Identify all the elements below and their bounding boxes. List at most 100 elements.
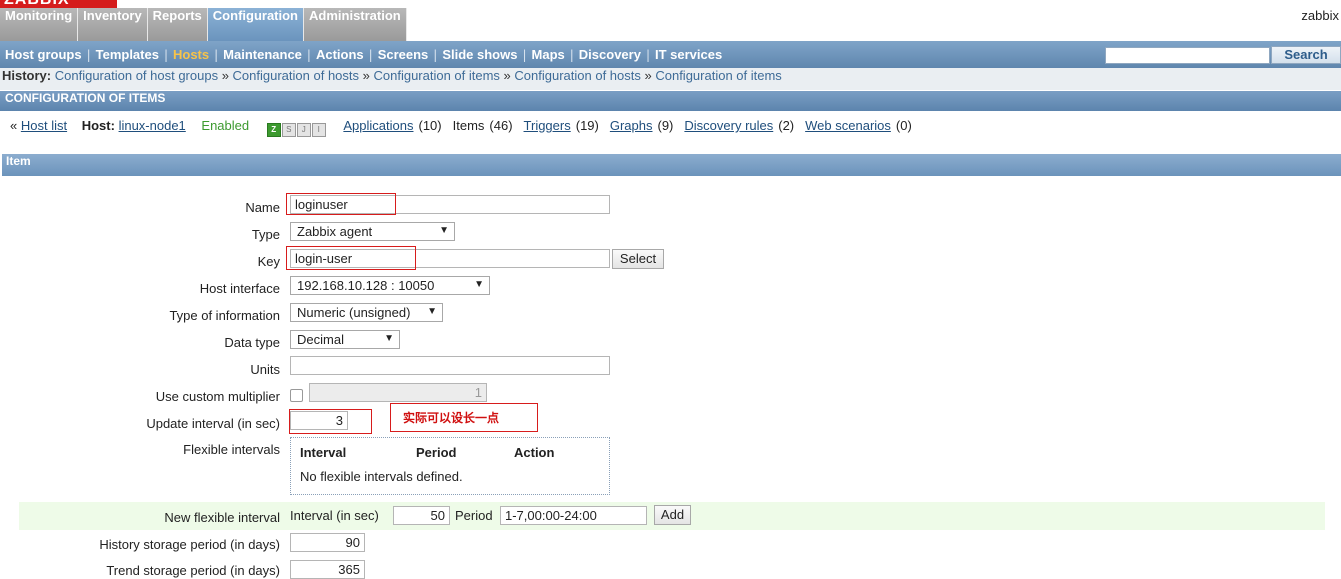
type-of-information-select[interactable]: Numeric (unsigned) ▼ [290, 303, 443, 322]
menu-item-discovery[interactable]: Discovery [574, 47, 646, 62]
search-button[interactable]: Search [1271, 46, 1341, 64]
page-title: CONFIGURATION OF ITEMS [0, 91, 1341, 111]
menu-item-screens[interactable]: Screens [373, 47, 434, 62]
breadcrumb-separator: » [499, 68, 515, 83]
tab-monitoring[interactable]: Monitoring [0, 8, 79, 41]
host-tab-count: (46) [489, 118, 513, 133]
custom-multiplier-row: Use custom multiplier 1 [0, 382, 1341, 409]
availability-z-icon: Z [266, 123, 281, 137]
availability-i-icon: I [311, 123, 326, 137]
menu-item-actions[interactable]: Actions [311, 47, 369, 62]
host-interface-row: Host interface 192.168.10.128 : 10050 ▼ [0, 274, 1341, 301]
new-flexible-interval-label: New flexible interval [164, 510, 280, 525]
tab-reports[interactable]: Reports [147, 8, 208, 41]
breadcrumb-separator: » [359, 68, 374, 83]
back-arrow: « [10, 118, 18, 133]
host-tab-count: (9) [657, 118, 674, 133]
type-row: Type Zabbix agent ▼ [0, 220, 1341, 247]
menu-item-hosts[interactable]: Hosts [168, 47, 214, 62]
host-name-link[interactable]: linux-node1 [119, 118, 186, 133]
history-crumb-link[interactable]: Configuration of items [655, 68, 781, 83]
top-navigation: Monitoring Inventory Reports Configuration A… [0, 8, 1341, 41]
host-tab-count: (2) [778, 118, 795, 133]
new-period-input[interactable]: 1-7,00:00-24:00 [500, 506, 647, 525]
menu-item-maintenance[interactable]: Maintenance [218, 47, 307, 62]
history-crumb-link[interactable]: Configuration of items [373, 68, 499, 83]
history-crumb-link[interactable]: Configuration of hosts [233, 68, 359, 83]
type-label: Type [251, 227, 280, 242]
chevron-down-icon: ▼ [474, 279, 484, 290]
data-type-row: Data type Decimal ▼ [0, 328, 1341, 355]
units-label: Units [250, 362, 280, 377]
host-tab-count: (0) [895, 118, 912, 133]
host-tab-applications[interactable]: Applications (10) [343, 118, 441, 133]
search-input[interactable] [1105, 47, 1270, 64]
type-select[interactable]: Zabbix agent ▼ [290, 222, 455, 241]
tab-configuration[interactable]: Configuration [207, 8, 305, 41]
empty-message: No flexible intervals defined. [300, 469, 463, 484]
host-tab-graphs[interactable]: Graphs (9) [610, 118, 674, 133]
history-period-input[interactable]: 90 [290, 533, 365, 552]
host-tab-label[interactable]: Applications [343, 118, 413, 133]
chevron-down-icon: ▼ [384, 333, 394, 344]
key-select-button[interactable]: Select [612, 249, 664, 269]
flexible-intervals-label: Flexible intervals [183, 442, 280, 457]
host-tab-discovery-rules[interactable]: Discovery rules (2) [684, 118, 794, 133]
history-label: History: [2, 68, 52, 83]
menu-item-host-groups[interactable]: Host groups [0, 47, 87, 62]
sub-navigation: Host groups | Templates | Hosts | Maintenance |… [0, 41, 1341, 68]
menu-item-it-services[interactable]: IT services [650, 47, 727, 62]
units-row: Units [0, 355, 1341, 382]
new-interval-input[interactable]: 50 [393, 506, 450, 525]
trend-period-label: Trend storage period (in days) [106, 563, 280, 578]
name-label: Name [245, 200, 280, 215]
highlight-box-name [286, 193, 396, 215]
tab-inventory[interactable]: Inventory [78, 8, 148, 41]
host-list-link[interactable]: Host list [21, 118, 67, 133]
host-tab-items: Items (46) [453, 118, 513, 133]
trend-period-input[interactable]: 365 [290, 560, 365, 579]
history-crumb-link[interactable]: Configuration of host groups [55, 68, 218, 83]
host-tab-label[interactable]: Web scenarios [805, 118, 891, 133]
update-interval-label: Update interval (in sec) [146, 416, 280, 431]
chevron-down-icon: ▼ [439, 225, 449, 236]
host-label: Host: [81, 118, 115, 133]
name-row: Name loginuser [0, 193, 1341, 220]
history-period-label: History storage period (in days) [99, 537, 280, 552]
host-tab-web-scenarios[interactable]: Web scenarios (0) [805, 118, 912, 133]
key-label: Key [257, 254, 280, 269]
host-tab-label[interactable]: Graphs [610, 118, 653, 133]
host-context-bar: « Host list Host: linux-node1 Enabled ZS… [0, 118, 1341, 142]
period-label: Period [455, 508, 493, 523]
host-tab-triggers[interactable]: Triggers (19) [524, 118, 599, 133]
availability-s-icon: S [281, 123, 296, 137]
availability-icons: ZSJI [266, 118, 327, 137]
interval-sec-label: Interval (in sec) [290, 508, 379, 523]
column-header-action: Action [514, 445, 555, 460]
column-header-period: Period [416, 445, 457, 460]
host-tab-label[interactable]: Triggers [524, 118, 571, 133]
data-type-select[interactable]: Decimal ▼ [290, 330, 400, 349]
host-status-badge[interactable]: Enabled [201, 118, 249, 133]
host-tab-label: Items [452, 118, 485, 133]
history-crumb-link[interactable]: Configuration of hosts [514, 68, 640, 83]
zabbix-logo[interactable]: ZABBIX [0, 0, 117, 8]
tab-administration[interactable]: Administration [304, 8, 407, 41]
type-of-information-label: Type of information [169, 308, 280, 323]
menu-item-slide-shows[interactable]: Slide shows [437, 47, 522, 62]
update-interval-row: Update interval (in sec) 3 [0, 409, 1341, 436]
host-tab-label[interactable]: Discovery rules [684, 118, 773, 133]
form-section-title: Item [2, 154, 1341, 176]
custom-multiplier-input[interactable]: 1 [309, 383, 487, 402]
add-interval-button[interactable]: Add [654, 505, 691, 525]
units-input[interactable] [290, 356, 610, 375]
type-of-information-row: Type of information Numeric (unsigned) ▼ [0, 301, 1341, 328]
menu-item-templates[interactable]: Templates [91, 47, 164, 62]
custom-multiplier-checkbox[interactable] [290, 389, 303, 402]
availability-j-icon: J [296, 123, 311, 137]
highlight-box-key [286, 246, 416, 270]
menu-item-maps[interactable]: Maps [527, 47, 570, 62]
username-label[interactable]: zabbix [1301, 8, 1339, 23]
flexible-intervals-table: Interval Period Action No flexible inter… [290, 437, 610, 495]
host-interface-select[interactable]: 192.168.10.128 : 10050 ▼ [290, 276, 490, 295]
